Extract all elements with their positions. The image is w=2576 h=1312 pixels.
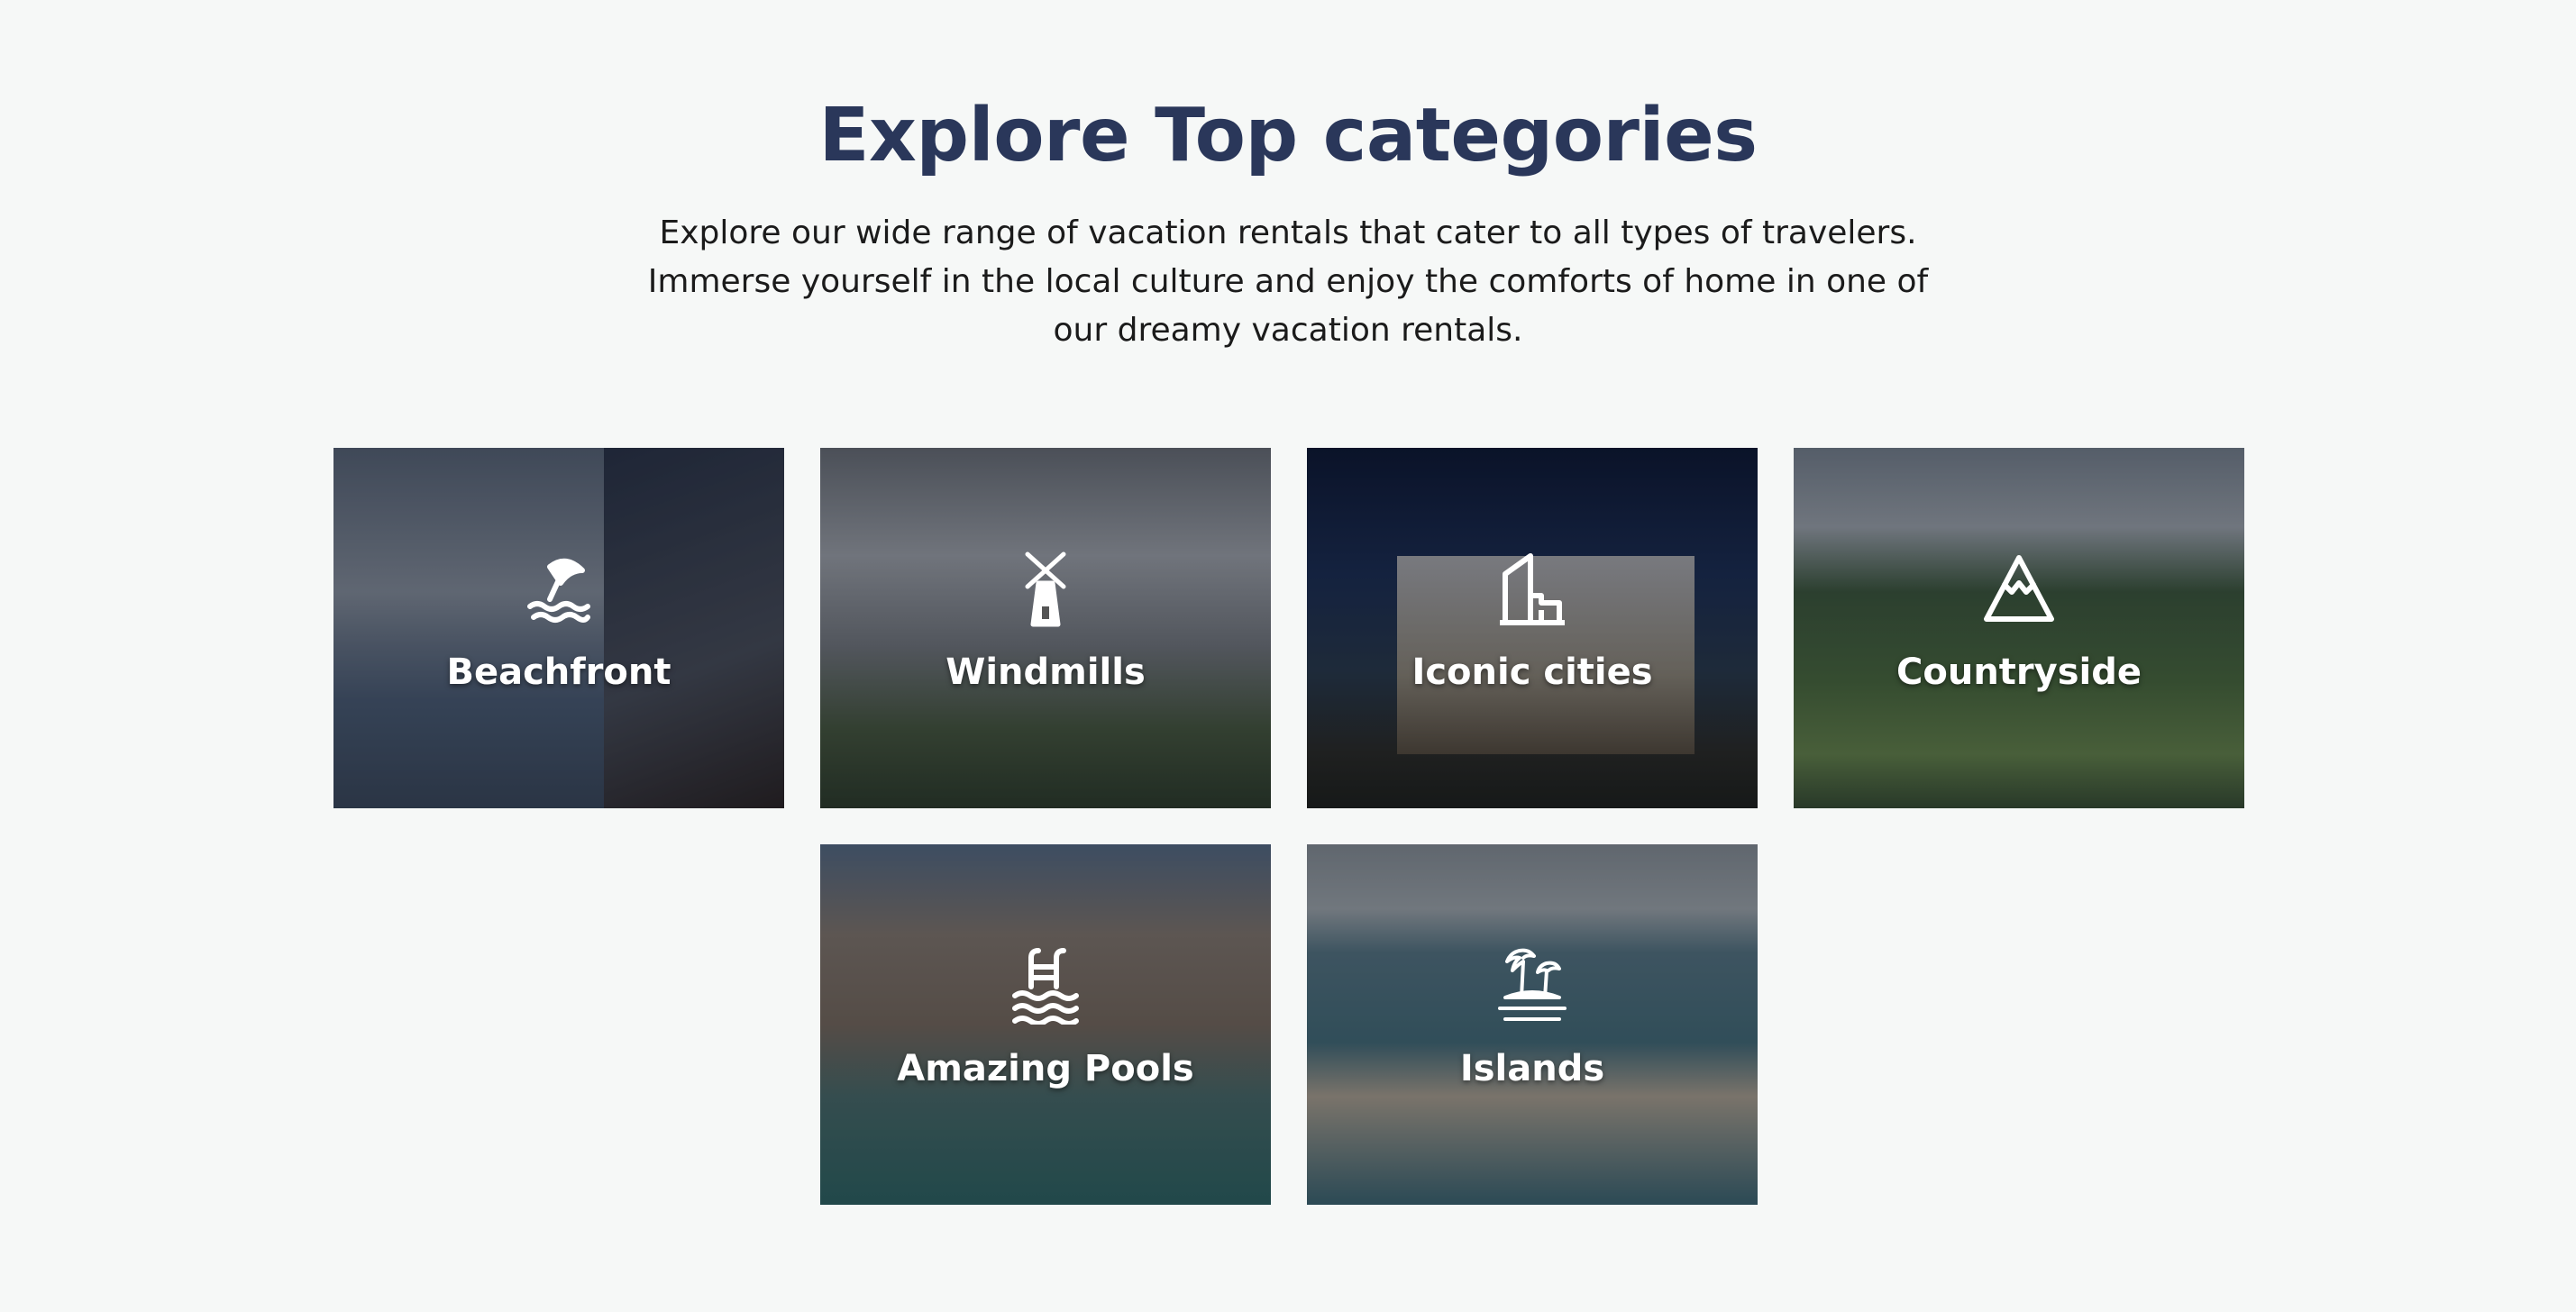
beach-umbrella-icon	[527, 559, 590, 623]
category-card-countryside[interactable]: Countryside	[1794, 448, 2244, 808]
palm-island-icon	[1498, 948, 1567, 1021]
top-categories-section: Explore Top categories Explore our wide …	[0, 0, 2576, 1312]
mountain-icon	[1984, 555, 2054, 622]
category-card-islands[interactable]: Islands	[1307, 844, 1758, 1205]
pool-ladder-icon	[1012, 948, 1079, 1025]
category-label: Beachfront	[446, 651, 671, 693]
category-label: Islands	[1459, 1048, 1605, 1089]
section-subtitle: Explore our wide range of vacation renta…	[647, 214, 1929, 349]
category-label: Amazing Pools	[897, 1048, 1194, 1089]
section-title: Explore Top categories	[818, 93, 1758, 178]
category-label: Countryside	[1896, 651, 2142, 693]
category-label: Windmills	[945, 651, 1146, 693]
category-label: Iconic cities	[1411, 651, 1653, 693]
category-card-amazing-pools[interactable]: Amazing Pools	[820, 844, 1271, 1205]
category-card-iconic-cities[interactable]: Iconic cities	[1307, 448, 1758, 808]
windmill-icon	[1025, 551, 1066, 627]
category-card-beachfront[interactable]: Beachfront	[333, 448, 784, 808]
city-buildings-icon	[1500, 553, 1565, 625]
category-card-windmills[interactable]: Windmills	[820, 448, 1271, 808]
